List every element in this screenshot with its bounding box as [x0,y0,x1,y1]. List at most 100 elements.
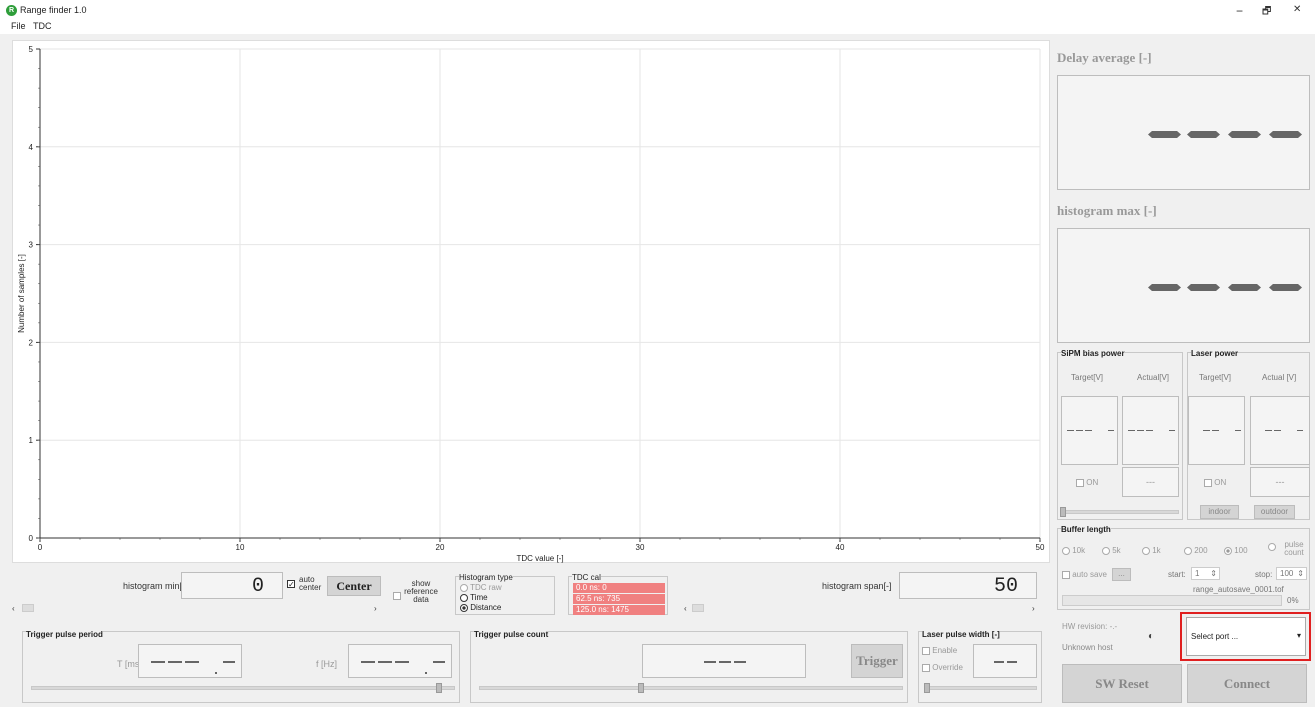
histogram-max-display [1057,228,1310,343]
histogram-span-display: 50 [899,572,1037,599]
count-slider-thumb[interactable] [638,683,644,693]
sipm-slider-thumb[interactable] [1060,507,1066,517]
buffer-length-title: Buffer length [1061,525,1111,534]
scroll-left-arrow[interactable]: ‹ [12,604,15,613]
histogram-min-label: histogram min[-] [123,581,188,591]
indoor-button[interactable]: indoor [1200,505,1239,519]
sw-reset-button[interactable]: SW Reset [1062,664,1182,703]
histogram-type-title: Histogram type [459,573,513,582]
laser-width-display [973,644,1037,678]
laser-actual-display [1250,396,1310,465]
start-label: start: [1168,570,1186,579]
buffer-radio-5k[interactable]: 5k [1102,546,1121,555]
radio-tdc-raw[interactable]: TDC raw [460,583,502,592]
histogram-type-group: Histogram type TDC raw Time Distance [455,573,555,615]
y-tick-label: 1 [29,436,34,445]
histogram-max-title: histogram max [-] [1057,203,1157,218]
auto-center-label: auto center [299,575,322,592]
histogram-min-display: 0 [181,572,283,599]
port-selection-highlight: Select port ... ▾ [1180,612,1311,661]
status-indicator-icon: ◐ [1148,631,1155,642]
show-reference-label: show reference data [404,579,438,604]
laser-on-checkbox[interactable]: ON [1204,478,1226,487]
buffer-radio-10k[interactable]: 10k [1062,546,1085,555]
center-button[interactable]: Center [327,576,381,596]
period-f-display [348,644,452,678]
count-slider[interactable] [479,686,903,690]
buffer-radio-200[interactable]: 200 [1184,546,1208,555]
sipm-actual-label: Actual[V] [1137,373,1170,382]
histogram-chart: 0 10 20 30 40 50 0 1 2 3 4 5 TDC value [-] Number of … [17,45,1045,563]
laser-width-group: Laser pulse width [-] Enable Override [918,630,1042,703]
y-tick-label: 2 [29,338,34,347]
port-select-value: Select port ... [1191,632,1239,641]
span-scroll-thumb[interactable] [692,604,704,612]
laser-width-slider-thumb[interactable] [924,683,930,693]
buffer-radio-100[interactable]: 100 [1224,546,1248,555]
period-slider-thumb[interactable] [436,683,442,693]
trigger-button[interactable]: Trigger [851,644,903,678]
restore-button[interactable]: 🗗 [1262,4,1271,21]
auto-center-checkbox[interactable]: ✓ [287,578,295,588]
laser-target-label: Target[V] [1199,373,1232,382]
scroll-right-arrow[interactable]: › [374,604,377,613]
port-select[interactable]: Select port ... ▾ [1186,617,1306,656]
show-reference-checkbox[interactable] [393,590,401,600]
start-spinbox[interactable]: 1 ⇕ [1191,567,1220,580]
histogram-span-label: histogram span[-] [822,581,892,591]
span-scroll-left[interactable]: ‹ [684,604,687,613]
menu-file[interactable]: File [11,21,26,31]
x-tick-label: 0 [38,543,43,552]
y-axis-label: Number of samples [-] [17,254,26,333]
scroll-thumb[interactable] [22,604,34,612]
x-axis-label: TDC value [-] [516,554,563,563]
tdc-cal-row: 62.5 ns: 735 [573,594,665,604]
laser-enable-checkbox[interactable]: Enable [922,646,957,655]
trigger-count-group: Trigger pulse count Trigger [470,630,908,703]
tdc-cal-row: 0.0 ns: 0 [573,583,665,593]
sipm-on-checkbox[interactable]: ON [1076,478,1098,487]
laser-button[interactable]: --- [1250,467,1310,497]
connect-button[interactable]: Connect [1187,664,1307,703]
sipm-group: SiPM bias power Target[V] Actual[V] ON -… [1057,349,1183,520]
menu-tdc[interactable]: TDC [33,21,52,31]
autosave-filename: range_autosave_0001.tof [1193,585,1284,594]
span-scroll-right[interactable]: › [1032,604,1035,613]
minimize-button[interactable]: − [1236,4,1243,18]
sipm-actual-display [1122,396,1179,465]
buffer-radio-pulse-count[interactable] [1268,542,1276,551]
laser-override-checkbox[interactable]: Override [922,663,963,672]
period-t-display [138,644,242,678]
chevron-down-icon: ▾ [1296,631,1301,640]
histogram-plot[interactable]: 0 10 20 30 40 50 0 1 2 3 4 5 TDC value [-] Number of … [12,40,1050,563]
stop-spinbox[interactable]: 100 ⇕ [1276,567,1307,580]
auto-center-check[interactable]: ✓ [287,579,295,588]
buffer-radio-1k[interactable]: 1k [1142,546,1161,555]
save-progress-text: 0% [1287,596,1299,605]
histogram-min-value: 0 [251,575,264,598]
laser-width-slider[interactable] [925,686,1037,690]
close-button[interactable]: ✕ [1293,4,1301,15]
unknown-host: Unknown host [1062,643,1113,652]
auto-save-checkbox[interactable]: auto save [1062,570,1107,579]
sipm-target-display [1061,396,1118,465]
show-reference-check[interactable] [393,591,401,600]
sipm-button[interactable]: --- [1122,467,1179,497]
sipm-title: SiPM bias power [1061,349,1125,358]
laser-actual-label: Actual [V] [1262,373,1297,382]
tdc-cal-title: TDC cal [572,573,601,582]
trigger-period-title: Trigger pulse period [26,630,103,639]
x-tick-label: 10 [236,543,245,552]
outdoor-button[interactable]: outdoor [1254,505,1295,519]
browse-button[interactable]: ... [1112,568,1131,581]
laser-power-group: Laser power Target[V] Actual [V] ON --- … [1187,349,1310,520]
y-tick-label: 0 [29,534,34,543]
laser-width-title: Laser pulse width [-] [922,630,1000,639]
radio-time[interactable]: Time [460,593,488,602]
y-tick-label: 4 [29,143,34,152]
period-slider[interactable] [31,686,455,690]
radio-distance[interactable]: Distance [460,603,501,612]
delay-average-title: Delay average [-] [1057,50,1152,65]
sipm-slider[interactable] [1061,510,1179,514]
laser-target-display [1188,396,1245,465]
